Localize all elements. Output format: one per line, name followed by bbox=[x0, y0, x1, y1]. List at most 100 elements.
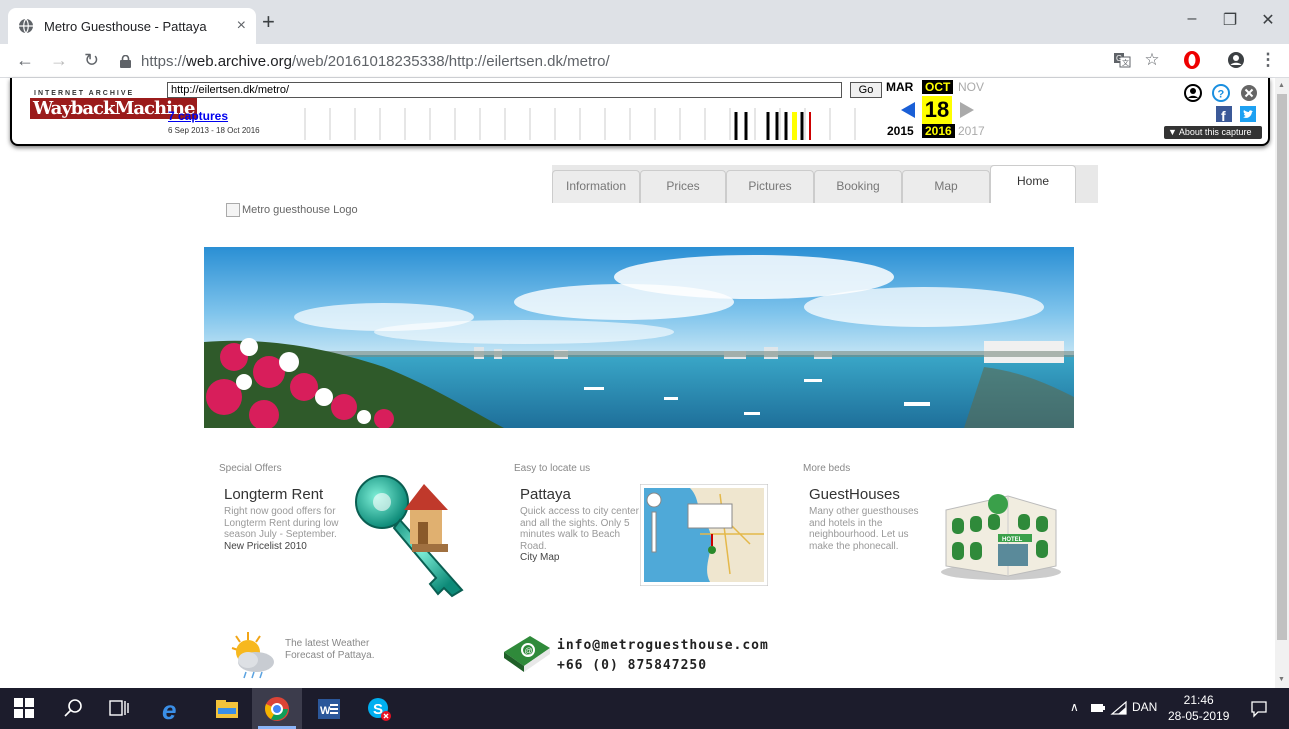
profile-icon[interactable] bbox=[1226, 50, 1246, 70]
wayback-url-input[interactable]: http://eilertsen.dk/metro/ bbox=[167, 82, 842, 98]
more-beds-heading: More beds bbox=[803, 463, 851, 474]
menu-kebab-icon[interactable]: ⋮ bbox=[1258, 50, 1278, 70]
phone-number: +66 (0) 875847250 bbox=[557, 658, 708, 673]
system-clock[interactable]: 21:46 28-05-2019 bbox=[1168, 692, 1229, 724]
key-house-icon[interactable] bbox=[352, 470, 477, 598]
tab-map[interactable]: Map bbox=[902, 170, 990, 203]
vertical-scrollbar[interactable]: ▲ ▼ bbox=[1275, 78, 1289, 688]
contact-info: info@metroguesthouse.com +66 (0) 8758472… bbox=[557, 636, 769, 676]
pattaya-bay-banner bbox=[204, 247, 1074, 428]
guesthouses-title[interactable]: GuestHouses bbox=[809, 486, 900, 503]
scroll-down-icon[interactable]: ▼ bbox=[1278, 676, 1285, 683]
tab-information[interactable]: Information bbox=[552, 170, 640, 203]
forward-arrow-icon[interactable]: → bbox=[50, 50, 68, 71]
email-link[interactable]: info@metroguesthouse.com bbox=[557, 636, 769, 656]
special-offers-heading: Special Offers bbox=[219, 463, 282, 474]
new-tab-button[interactable]: + bbox=[262, 11, 275, 33]
captures-link[interactable]: 7 captures bbox=[168, 109, 228, 123]
browser-tab[interactable]: Metro Guesthouse - Pattaya × bbox=[8, 8, 256, 44]
close-window-button[interactable]: ✕ bbox=[1258, 10, 1278, 30]
search-icon[interactable] bbox=[62, 697, 84, 719]
about-capture-button[interactable]: ▼ About this capture bbox=[1164, 126, 1262, 139]
tab-pictures[interactable]: Pictures bbox=[726, 170, 814, 203]
minimize-button[interactable]: – bbox=[1182, 10, 1202, 28]
site-logo-broken[interactable]: Metro guesthouse Logo bbox=[226, 203, 358, 217]
svg-text:?: ? bbox=[1218, 89, 1225, 101]
account-icon[interactable] bbox=[1184, 84, 1202, 102]
scroll-up-icon[interactable]: ▲ bbox=[1278, 82, 1285, 89]
scrollbar-thumb[interactable] bbox=[1277, 94, 1287, 640]
windows-taskbar: e W S ∧ DAN 21:46 28-05-2019 bbox=[0, 688, 1289, 729]
translate-icon[interactable]: G文 bbox=[1112, 50, 1132, 70]
city-map-thumbnail[interactable] bbox=[640, 484, 768, 586]
capture-day: 18 bbox=[922, 96, 952, 124]
weather-forecast-link[interactable]: The latest Weather Forecast of Pattaya. bbox=[285, 638, 395, 662]
longterm-rent-text: Right now good offers for Longterm Rent … bbox=[224, 506, 339, 552]
task-view-icon[interactable] bbox=[108, 697, 130, 719]
capture-sparkline[interactable] bbox=[280, 108, 880, 140]
internet-archive-label: INTERNET ARCHIVE bbox=[34, 90, 135, 97]
weather-sun-cloud-icon[interactable] bbox=[226, 630, 284, 680]
restore-button[interactable]: ❐ bbox=[1220, 10, 1240, 30]
reload-icon[interactable]: ↻ bbox=[84, 50, 99, 71]
globe-icon bbox=[19, 18, 33, 34]
capture-date-range: 6 Sep 2013 - 18 Oct 2016 bbox=[168, 126, 260, 135]
bookmark-star-icon[interactable]: ☆ bbox=[1142, 50, 1162, 70]
facebook-icon[interactable]: f bbox=[1216, 106, 1232, 122]
prev-capture-arrow-icon[interactable] bbox=[901, 102, 915, 118]
lock-icon bbox=[120, 54, 131, 68]
svg-text:f: f bbox=[1221, 108, 1226, 122]
tab-home[interactable]: Home bbox=[990, 165, 1076, 203]
battery-icon[interactable] bbox=[1090, 702, 1106, 714]
city-map-link[interactable]: City Map bbox=[520, 552, 559, 563]
back-arrow-icon[interactable]: ← bbox=[16, 50, 34, 71]
browser-tab-strip: Metro Guesthouse - Pattaya × + – ❐ ✕ bbox=[0, 0, 1289, 44]
tab-booking[interactable]: Booking bbox=[814, 170, 902, 203]
wayback-toolbar: INTERNET ARCHIVE WaybackMachine http://e… bbox=[10, 78, 1270, 146]
svg-text:文: 文 bbox=[1122, 58, 1129, 67]
url-field[interactable]: https://web.archive.org/web/201610182353… bbox=[120, 48, 1120, 74]
hotel-building-icon[interactable]: HOTEL bbox=[938, 476, 1064, 580]
easy-locate-heading: Easy to locate us bbox=[514, 463, 591, 474]
guesthouses-text: Many other guesthouses and hotels in the… bbox=[809, 506, 919, 552]
prev-year-link[interactable]: 2015 bbox=[887, 124, 914, 138]
svg-text:@: @ bbox=[525, 647, 533, 656]
help-icon[interactable]: ? bbox=[1212, 84, 1230, 102]
broken-image-icon bbox=[226, 203, 240, 217]
tab-prices[interactable]: Prices bbox=[640, 170, 726, 203]
next-month: NOV bbox=[958, 80, 985, 94]
tab-title: Metro Guesthouse - Pattaya bbox=[44, 18, 207, 34]
wayback-go-button[interactable]: Go bbox=[850, 82, 882, 98]
tray-chevron-icon[interactable]: ∧ bbox=[1070, 700, 1079, 714]
pattaya-text: Quick access to city center and all the … bbox=[520, 506, 639, 563]
url-text: https://web.archive.org/web/201610182353… bbox=[141, 52, 610, 70]
file-explorer-icon[interactable] bbox=[214, 696, 240, 722]
edge-browser-icon[interactable]: e bbox=[160, 696, 186, 722]
chrome-icon[interactable] bbox=[264, 696, 290, 722]
close-toolbar-icon[interactable] bbox=[1240, 84, 1258, 102]
address-bar: ← → ↻ https://web.archive.org/web/201610… bbox=[0, 44, 1289, 78]
current-year: 2016 bbox=[922, 124, 955, 138]
word-icon[interactable]: W bbox=[316, 696, 342, 722]
next-capture-arrow-icon bbox=[960, 102, 974, 118]
opera-icon[interactable] bbox=[1182, 50, 1202, 70]
wifi-icon[interactable] bbox=[1110, 700, 1128, 716]
pattaya-title[interactable]: Pattaya bbox=[520, 486, 571, 503]
tab-close-icon[interactable]: × bbox=[237, 17, 246, 35]
longterm-rent-title[interactable]: Longterm Rent bbox=[224, 486, 323, 503]
current-month: OCT bbox=[922, 80, 954, 94]
twitter-icon[interactable] bbox=[1240, 106, 1256, 122]
pricelist-link[interactable]: New Pricelist 2010 bbox=[224, 541, 307, 552]
prev-month-link[interactable]: MAR bbox=[886, 80, 913, 94]
windows-start-icon[interactable] bbox=[14, 698, 34, 718]
logo-alt-text: Metro guesthouse Logo bbox=[242, 204, 358, 216]
contact-book-icon[interactable]: @ bbox=[500, 632, 552, 674]
svg-text:W: W bbox=[320, 705, 331, 717]
language-indicator[interactable]: DAN bbox=[1132, 700, 1157, 714]
next-year: 2017 bbox=[958, 124, 985, 138]
notifications-icon[interactable] bbox=[1250, 700, 1268, 718]
svg-text:HOTEL: HOTEL bbox=[1002, 537, 1023, 543]
skype-icon[interactable]: S bbox=[366, 696, 392, 722]
site-nav-tabs: Information Prices Pictures Booking Map … bbox=[552, 165, 1098, 203]
svg-text:e: e bbox=[162, 696, 176, 722]
